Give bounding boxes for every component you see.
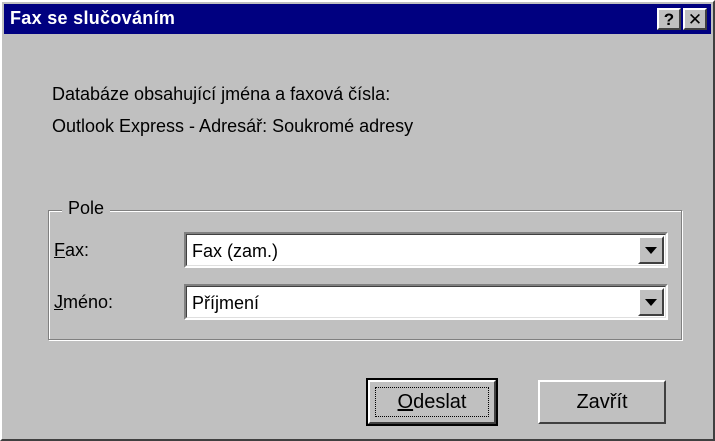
name-field-label: Jméno:	[54, 292, 113, 313]
close-icon: ✕	[687, 9, 703, 29]
fields-groupbox	[48, 210, 682, 340]
close-window-button[interactable]: ✕	[683, 8, 707, 30]
close-button-label: Zavřít	[576, 390, 628, 413]
help-icon: ?	[663, 9, 675, 29]
name-label-accelerator: J	[54, 292, 63, 312]
chevron-down-icon	[645, 246, 657, 254]
help-button[interactable]: ?	[657, 8, 681, 30]
fax-field-label: Fax:	[54, 240, 89, 261]
title-bar[interactable]: Fax se slučováním ? ✕	[4, 4, 711, 34]
fields-groupbox-title: Pole	[62, 198, 111, 219]
close-button[interactable]: Zavřít	[538, 380, 666, 424]
name-field-select[interactable]: Příjmení	[184, 284, 668, 320]
name-dropdown-button[interactable]	[638, 288, 664, 316]
send-button[interactable]: Odeslat	[366, 378, 498, 426]
fax-dropdown-button[interactable]	[638, 236, 664, 264]
fax-label-accelerator: F	[54, 240, 65, 260]
database-description-label: Databáze obsahující jména a faxová čísla…	[52, 84, 391, 104]
focus-rectangle	[375, 387, 489, 417]
fax-field-select[interactable]: Fax (zam.)	[184, 232, 668, 268]
name-label-text: méno:	[63, 292, 114, 312]
fax-merge-dialog: Fax se slučováním ? ✕ Databáze obsahujíc…	[0, 0, 715, 441]
name-field-value: Příjmení	[192, 293, 260, 313]
database-source-label: Outlook Express - Adresář: Soukromé adre…	[52, 116, 414, 136]
fax-label-text: ax:	[65, 240, 90, 260]
fax-field-value: Fax (zam.)	[192, 241, 279, 261]
chevron-down-icon	[645, 298, 657, 306]
window-title: Fax se slučováním	[10, 8, 176, 28]
